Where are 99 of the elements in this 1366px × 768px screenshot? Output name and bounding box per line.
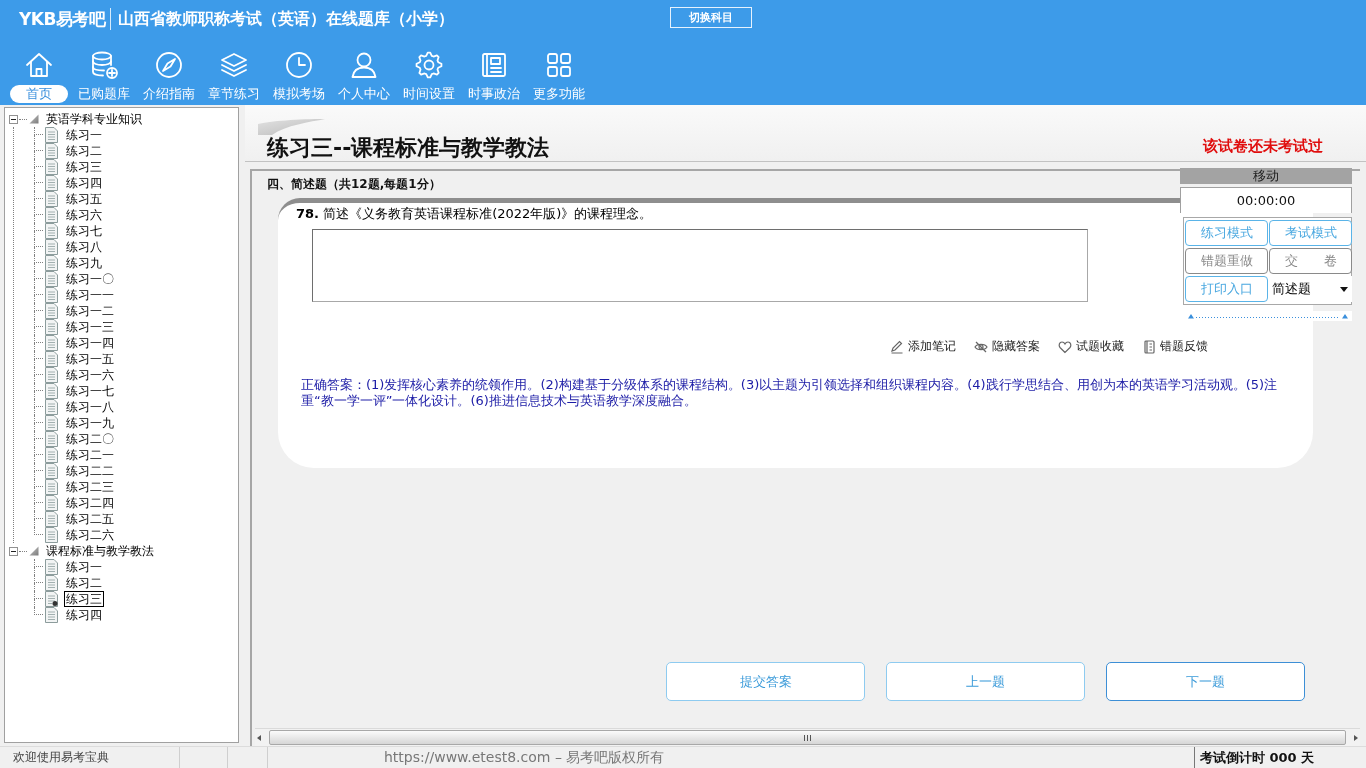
tree-item[interactable]: 练习二 xyxy=(45,143,104,159)
tree-item[interactable]: 练习一二 xyxy=(45,303,116,319)
document-icon xyxy=(45,335,58,351)
document-icon xyxy=(45,175,58,191)
document-icon xyxy=(45,287,58,303)
tree-item[interactable]: 练习六 xyxy=(45,207,104,223)
tree-item[interactable]: 练习一七 xyxy=(45,383,116,399)
question-type-dropdown[interactable]: 简述题 xyxy=(1269,276,1352,302)
copyright-text: https://www.etest8.com – 易考吧版权所有 xyxy=(384,748,665,767)
tree-item[interactable]: 练习八 xyxy=(45,239,104,255)
eye-icon xyxy=(974,339,988,354)
home-icon xyxy=(23,50,54,80)
document-icon xyxy=(45,511,58,527)
document-icon xyxy=(45,159,58,175)
document-icon xyxy=(45,575,58,591)
section-heading: 四、简述题（共12题,每题1分） xyxy=(266,176,441,192)
document-icon xyxy=(45,463,58,479)
document-icon xyxy=(45,495,58,511)
exercise-title: 练习三--课程标准与教学教法 xyxy=(267,135,550,160)
answer-text: 正确答案：(1)发挥核心素养的统领作用。(2)构建基于分级体系的课程结构。(3)以主题为引领选择和组织课程内容。(4)践行学思结合、用创为本的英语学习活动观。(5)注重“教一学一评”一体化设计。(6)推进信息技术与英语教学深度融合。 xyxy=(301,377,1279,409)
document-icon xyxy=(45,207,58,223)
tree-item[interactable]: 练习二六 xyxy=(45,527,116,543)
document-icon xyxy=(45,271,58,287)
action-link[interactable]: 添加笔记 xyxy=(890,338,956,355)
document-icon xyxy=(45,527,58,543)
document-icon xyxy=(45,399,58,415)
timer-display: 00:00:00 xyxy=(1180,187,1352,213)
document-icon xyxy=(45,367,58,383)
document-icon xyxy=(45,415,58,431)
document-icon xyxy=(45,447,58,463)
tree-item[interactable]: 练习四 xyxy=(45,607,104,623)
document-icon xyxy=(45,143,58,159)
document-icon xyxy=(45,479,58,495)
document-icon xyxy=(45,383,58,399)
tree-item[interactable]: 练习七 xyxy=(45,223,104,239)
welcome-text: 欢迎使用易考宝典 xyxy=(13,749,109,766)
toolbar-button[interactable]: 首页 xyxy=(6,46,71,103)
tree-item[interactable]: 练习一 xyxy=(45,127,104,143)
tree-item[interactable]: 练习一九 xyxy=(45,415,116,431)
move-handle[interactable]: 移动 xyxy=(1180,168,1352,184)
tree-item[interactable]: 练习一〇 xyxy=(45,271,116,287)
action-link[interactable]: 隐藏答案 xyxy=(974,338,1040,355)
caret-icon xyxy=(1340,286,1348,292)
tree-item[interactable]: 练习一四 xyxy=(45,335,116,351)
tree-item[interactable]: 练习一六 xyxy=(45,367,116,383)
tree-item[interactable]: 练习三 xyxy=(45,159,104,175)
tree-item[interactable]: 练习二〇 xyxy=(45,431,116,447)
horizontal-scrollbar[interactable] xyxy=(255,728,1360,746)
tree-item[interactable]: 练习九 xyxy=(45,255,104,271)
app-title: 山西省教师职称考试（英语）在线题库（小学） xyxy=(118,8,455,30)
document-icon xyxy=(45,191,58,207)
document-icon xyxy=(45,431,58,447)
pencil-icon xyxy=(890,339,904,354)
tree-item[interactable]: 练习二三 xyxy=(45,479,116,495)
tree-item[interactable]: 练习一一 xyxy=(45,287,116,303)
scrollbar-thumb[interactable] xyxy=(269,730,1346,745)
document-icon xyxy=(45,559,58,575)
clock-icon xyxy=(283,50,314,80)
triangle-icon xyxy=(29,546,39,556)
document-icon xyxy=(45,255,58,271)
tree-item[interactable]: 练习一五 xyxy=(45,351,116,367)
heart-icon xyxy=(1058,339,1072,354)
tree-item[interactable]: 练习二四 xyxy=(45,495,116,511)
question-text: 78. 简述《义务教育英语课程标准(2022年版)》的课程理念。 xyxy=(296,206,654,222)
layers-icon xyxy=(218,50,249,80)
triangle-icon xyxy=(29,114,39,124)
tree-item[interactable]: 练习五 xyxy=(45,191,104,207)
notebook-icon xyxy=(1142,339,1156,354)
tree-item[interactable]: 练习二五 xyxy=(45,511,116,527)
document-icon xyxy=(45,303,58,319)
document-pin-icon xyxy=(45,591,58,607)
document-icon xyxy=(45,607,58,623)
tree-item[interactable]: 练习四 xyxy=(45,175,104,191)
tree-folder[interactable]: 课程标准与教学教法 xyxy=(45,543,155,559)
page-curl-drawing xyxy=(258,119,325,135)
tree-item[interactable]: 练习二一 xyxy=(45,447,116,463)
exam-status-text: 该试卷还未考试过 xyxy=(1203,137,1323,156)
document-icon xyxy=(45,319,58,335)
tree-item[interactable]: 练习二 xyxy=(45,575,104,591)
compass-icon xyxy=(153,50,184,80)
tree-item[interactable]: 练习一三 xyxy=(45,319,116,335)
document-icon xyxy=(45,223,58,239)
tree-item[interactable]: 练习二二 xyxy=(45,463,116,479)
action-link[interactable]: 试题收藏 xyxy=(1058,338,1124,355)
document-icon xyxy=(45,127,58,143)
countdown-text: 考试倒计时 000 天 xyxy=(1200,748,1315,767)
grip-icon xyxy=(804,734,811,741)
tree-folder[interactable]: 英语学科专业知识 xyxy=(45,111,143,127)
logo-text: YKB易考吧 xyxy=(19,8,112,30)
tree-item[interactable]: 练习一 xyxy=(45,559,104,575)
collapse-icon[interactable] xyxy=(9,546,18,556)
tree-item[interactable]: 练习一八 xyxy=(45,399,116,415)
gear-icon xyxy=(413,50,444,80)
document-icon xyxy=(45,239,58,255)
action-link[interactable]: 错题反馈 xyxy=(1142,338,1208,355)
collapse-icon[interactable] xyxy=(9,114,18,124)
right-arrow-icon[interactable] xyxy=(1352,733,1360,742)
document-icon xyxy=(45,351,58,367)
left-arrow-icon[interactable] xyxy=(255,733,263,742)
